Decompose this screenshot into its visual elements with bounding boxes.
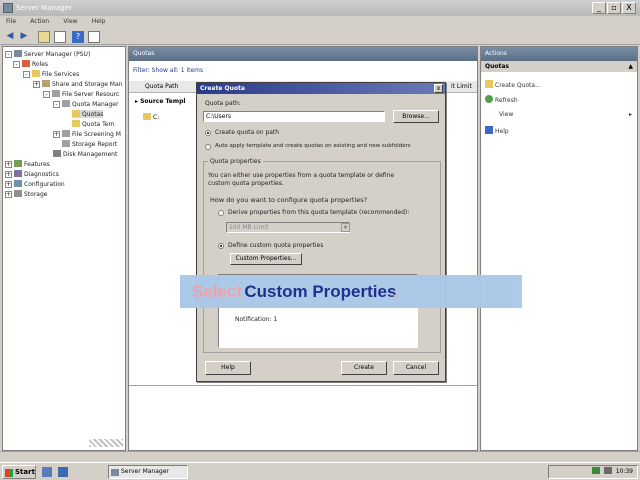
menu-file[interactable]: File bbox=[0, 16, 22, 27]
banner-word-select: Select bbox=[192, 282, 243, 301]
tree-item-share-storage[interactable]: + Share and Storage Man bbox=[33, 80, 122, 88]
action-refresh[interactable]: Refresh bbox=[485, 95, 518, 104]
how-configure-label: How do you want to configure quota prope… bbox=[210, 196, 368, 204]
create-icon bbox=[485, 80, 493, 88]
tree-item-file-screening[interactable]: + File Screening M bbox=[53, 130, 121, 138]
auto-apply-label: Auto apply template and create quotas on… bbox=[215, 143, 411, 149]
menu-action[interactable]: Action bbox=[24, 16, 55, 27]
derive-template-label: Derive properties from this quota templa… bbox=[228, 209, 410, 216]
tree-item-quota-manager[interactable]: - Quota Manager bbox=[53, 100, 118, 108]
summary-notification: Notification: 1 bbox=[235, 316, 278, 323]
restore-button[interactable]: ▫ bbox=[607, 2, 621, 14]
quota-properties-group: Quota properties You can either use prop… bbox=[203, 158, 441, 353]
tree-item-diagnostics[interactable]: + Diagnostics bbox=[5, 170, 59, 178]
start-button[interactable]: Start bbox=[2, 465, 36, 479]
close-button[interactable]: X bbox=[622, 2, 636, 14]
auto-apply-radio[interactable] bbox=[205, 144, 211, 150]
tree-item-storage[interactable]: + Storage bbox=[5, 190, 47, 198]
tree-item-file-server-resource[interactable]: - File Server Resourc bbox=[43, 90, 119, 98]
desktop-quicklaunch-icon[interactable] bbox=[58, 467, 68, 477]
toolbar: ◀ ▶ ? bbox=[0, 29, 640, 45]
banner-word-custom-properties: Custom Properties bbox=[244, 282, 397, 301]
tree-item-storage-reports[interactable]: Storage Report bbox=[62, 140, 117, 148]
create-button[interactable]: Create bbox=[341, 361, 387, 375]
help-icon bbox=[485, 126, 493, 134]
tree-item-quota-templates[interactable]: Quota Tem bbox=[72, 120, 114, 128]
window-title: Server Manager bbox=[16, 4, 72, 12]
create-quota-dialog: Create Quota x Quota path: C:\Users Brow… bbox=[196, 82, 446, 382]
properties-icon[interactable] bbox=[88, 31, 100, 43]
action-view[interactable]: View bbox=[499, 111, 513, 118]
define-custom-radio[interactable] bbox=[218, 243, 224, 249]
tree-item-server-manager[interactable]: - Server Manager (PSU) bbox=[5, 50, 90, 58]
banner-period: . bbox=[392, 282, 398, 301]
group-description: You can either use properties from a quo… bbox=[208, 172, 395, 187]
status-bar bbox=[0, 451, 640, 462]
chevron-down-icon[interactable]: ▼ bbox=[341, 223, 350, 232]
tree-scrollbar-grip[interactable] bbox=[89, 439, 123, 447]
back-icon[interactable]: ◀ bbox=[4, 31, 16, 43]
tree-item-features[interactable]: + Features bbox=[5, 160, 50, 168]
windows-logo-icon bbox=[5, 469, 13, 477]
action-help[interactable]: Help bbox=[485, 126, 509, 135]
quota-path-input[interactable]: C:\Users bbox=[203, 111, 385, 122]
pane-divider bbox=[129, 385, 477, 386]
tree-item-quotas[interactable]: Quotas bbox=[72, 110, 104, 118]
show-hide-tree-icon[interactable] bbox=[54, 31, 66, 43]
tree-item-file-services[interactable]: - File Services bbox=[23, 70, 79, 78]
clock[interactable]: 10:39 bbox=[616, 468, 633, 475]
cancel-button[interactable]: Cancel bbox=[393, 361, 439, 375]
derive-template-radio[interactable] bbox=[218, 210, 224, 216]
minimize-button[interactable]: _ bbox=[592, 2, 606, 14]
help-icon[interactable]: ? bbox=[72, 31, 84, 43]
quota-path-label: Quota path: bbox=[205, 100, 241, 107]
define-custom-label: Define custom quota properties bbox=[228, 242, 324, 249]
network-icon[interactable] bbox=[591, 467, 600, 474]
group-row[interactable]: ▸ Source Templ bbox=[135, 98, 185, 105]
system-tray: 10:39 bbox=[548, 465, 638, 479]
help-button[interactable]: Help bbox=[205, 361, 251, 375]
menu-view[interactable]: View bbox=[57, 16, 83, 27]
tree-item-configuration[interactable]: + Configuration bbox=[5, 180, 65, 188]
title-bar[interactable]: Server Manager bbox=[0, 0, 640, 16]
refresh-icon bbox=[485, 95, 493, 103]
custom-properties-button[interactable]: Custom Properties... bbox=[230, 253, 302, 265]
actions-header: Actions bbox=[481, 47, 637, 61]
tree-item-disk-management[interactable]: Disk Management bbox=[53, 150, 117, 158]
server-manager-icon bbox=[3, 3, 13, 13]
chevron-right-icon: ▸ bbox=[629, 111, 633, 118]
volume-icon[interactable] bbox=[603, 467, 612, 474]
server-manager-quicklaunch-icon[interactable] bbox=[42, 467, 52, 477]
actions-pane: Actions Quotas ▲ Create Quota... Refresh … bbox=[480, 46, 638, 451]
navigation-tree: - Server Manager (PSU) - Roles - File Servi… bbox=[2, 46, 126, 451]
create-on-path-radio[interactable] bbox=[205, 130, 211, 136]
menu-bar: File Action View Help bbox=[0, 16, 640, 29]
template-select[interactable]: 100 MB Limit bbox=[226, 222, 350, 233]
forward-icon[interactable]: ▶ bbox=[18, 31, 30, 43]
dialog-close-button[interactable]: x bbox=[434, 84, 443, 93]
instruction-banner: Select Custom Properties. bbox=[180, 275, 522, 308]
create-on-path-label: Create quota on path bbox=[215, 129, 280, 136]
menu-help[interactable]: Help bbox=[86, 16, 112, 27]
quotas-header: Quotas bbox=[129, 47, 477, 61]
action-create-quota[interactable]: Create Quota... bbox=[485, 80, 541, 89]
col-quota-path[interactable]: Quota Path bbox=[145, 83, 178, 90]
filter-text[interactable]: Filter: Show all: 1 items bbox=[133, 67, 203, 74]
dialog-title[interactable]: Create Quota bbox=[197, 83, 445, 94]
taskbar-server-manager[interactable]: Server Manager bbox=[108, 465, 188, 479]
group-title: Quota properties bbox=[208, 158, 263, 165]
actions-section-quotas[interactable]: Quotas ▲ bbox=[481, 61, 637, 72]
col-limit[interactable]: it Limit bbox=[451, 83, 472, 90]
up-folder-icon[interactable] bbox=[38, 31, 50, 43]
quota-row[interactable]: C: bbox=[143, 113, 159, 121]
browse-button[interactable]: Browse... bbox=[393, 110, 439, 123]
taskbar: Start Server Manager 10:39 bbox=[0, 462, 640, 480]
tree-item-roles[interactable]: - Roles bbox=[13, 60, 48, 68]
